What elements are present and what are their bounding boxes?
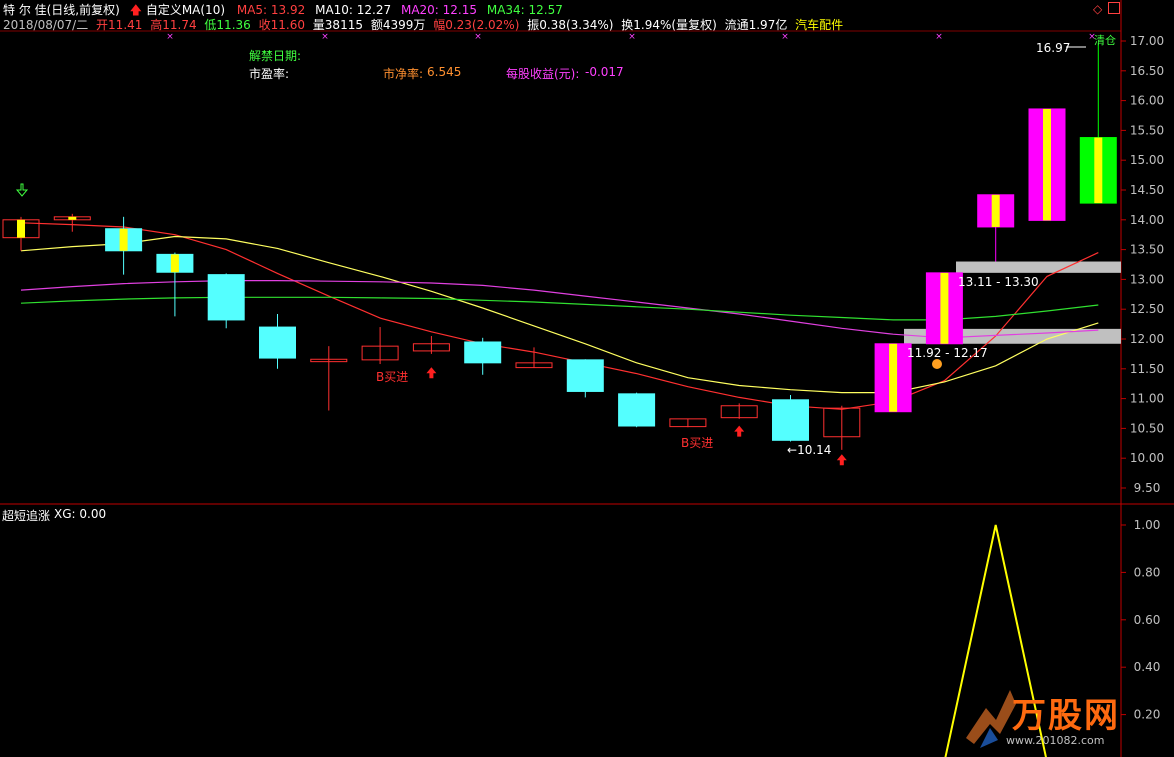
signal-stripe (889, 343, 898, 412)
price-tick-label: 10.50 (1130, 421, 1164, 435)
watermark-text: 万股网 (1012, 696, 1120, 736)
signal-stripe (1094, 137, 1103, 204)
sub-tick-label: 1.00 (1134, 518, 1161, 532)
signal-stripe (170, 254, 179, 273)
price-tick-label: 11.50 (1130, 362, 1164, 376)
price-tick-label: 11.00 (1130, 392, 1164, 406)
price-tick-label: 12.50 (1130, 302, 1164, 316)
signal-stripe (68, 216, 77, 220)
candle-body (618, 393, 656, 427)
price-tick-label: 17.00 (1130, 34, 1164, 48)
top-marker-icon: × (781, 32, 789, 42)
low-price-value: 10.14 (797, 443, 832, 457)
sub-tick-label: 0.60 (1134, 613, 1161, 627)
candle-body (464, 341, 502, 364)
price-tick-label: 16.50 (1130, 64, 1164, 78)
high-price-marker: 16.97 (1036, 41, 1071, 55)
price-tick-label: 13.00 (1130, 272, 1164, 286)
buy-arrow-icon (426, 367, 437, 379)
kline-chart[interactable]: × × × × × × ×9.5010.0010.5011.0011.5012.0012.5… (0, 0, 1174, 757)
buy-signal-label-1: B买进 (376, 370, 409, 384)
candle-body (566, 359, 604, 392)
signal-dot-icon (932, 359, 942, 369)
candle-body (207, 274, 245, 321)
price-tick-label: 14.00 (1130, 213, 1164, 227)
signal-stripe (119, 228, 128, 251)
top-marker-icon: × (628, 32, 636, 42)
low-price-marker: ←10.14 (787, 443, 832, 457)
price-tick-label: 12.00 (1130, 332, 1164, 346)
buy-arrow-icon (836, 454, 847, 466)
top-right-text: 清仓 (1094, 34, 1116, 47)
top-marker-icon: × (166, 32, 174, 42)
buy-signal-label-2: B买进 (681, 436, 714, 450)
top-marker-icon: × (321, 32, 329, 42)
xg-signal-line (944, 524, 1047, 757)
candle-body (259, 326, 296, 359)
watermark-url: www.201082.com (1006, 734, 1105, 747)
candle-body (772, 399, 809, 441)
resistance-zone (956, 261, 1121, 273)
top-marker-icon: × (935, 32, 943, 42)
price-tick-label: 13.50 (1130, 243, 1164, 257)
price-tick-label: 10.00 (1130, 451, 1164, 465)
price-tick-label: 14.50 (1130, 183, 1164, 197)
sub-tick-label: 0.80 (1134, 565, 1161, 579)
price-tick-label: 9.50 (1134, 481, 1161, 495)
signal-stripe (1043, 108, 1051, 221)
watermark: 万股网 www.201082.com (960, 678, 1170, 752)
signal-stripe (940, 272, 949, 344)
zone-upper-label: 13.11 - 13.30 (958, 275, 1039, 289)
price-tick-label: 15.00 (1130, 153, 1164, 167)
signal-stripe (991, 194, 1000, 227)
sub-tick-label: 0.40 (1134, 660, 1161, 674)
buy-arrow-icon (734, 425, 745, 437)
zone-lower-label: 11.92 - 12.17 (907, 346, 988, 360)
price-tick-label: 16.00 (1130, 94, 1164, 108)
sell-arrow-icon (15, 183, 29, 197)
top-marker-icon: × (474, 32, 482, 42)
price-tick-label: 15.50 (1130, 123, 1164, 137)
signal-stripe (17, 219, 25, 238)
